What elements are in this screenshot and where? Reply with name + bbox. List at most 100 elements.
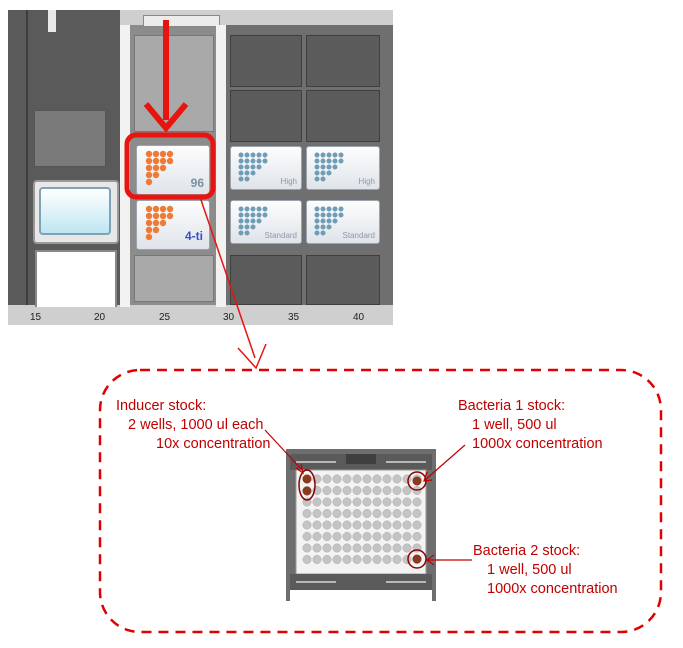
zoomed-plate — [286, 449, 436, 601]
bacteria1-stock-note: Bacteria 1 stock: 1 well, 500 ul 1000x c… — [458, 397, 603, 454]
deck-top-stub — [48, 10, 56, 32]
plate-well — [392, 497, 402, 507]
inducer-line1: 2 wells, 1000 ul each — [128, 417, 264, 433]
plate-well — [332, 555, 342, 564]
empty-slot — [230, 90, 302, 142]
plate-well — [352, 520, 362, 530]
plate-well — [332, 509, 342, 518]
plate-well — [372, 474, 382, 484]
zoomed-plate-graphic — [286, 449, 436, 601]
plate-well — [382, 509, 392, 518]
empty-slot — [230, 35, 302, 87]
carrier-slot-empty — [134, 35, 214, 132]
plate-well — [312, 543, 322, 553]
axis-tick: 20 — [94, 312, 106, 323]
plate-well — [352, 543, 362, 553]
plate-well — [392, 532, 402, 541]
plate-well — [382, 497, 392, 507]
empty-slot — [230, 255, 302, 305]
carrier-top-bar — [143, 15, 220, 27]
plate-well — [392, 555, 402, 564]
plate-well — [392, 509, 402, 518]
plate-well — [312, 532, 322, 541]
bacteria2-stock-note: Bacteria 2 stock: 1 well, 500 ul 1000x c… — [473, 542, 618, 599]
plate-well — [352, 486, 362, 495]
plate-well — [302, 520, 312, 530]
plate-well — [382, 474, 392, 484]
plate-well — [322, 555, 332, 564]
plate-well — [352, 532, 362, 541]
carrier-slot-bottom — [134, 255, 214, 302]
plate-well — [312, 555, 322, 564]
plate-well — [362, 509, 372, 518]
empty-slot — [306, 35, 380, 87]
inducer-line2: 10x concentration — [156, 436, 271, 452]
plate-well — [322, 486, 332, 495]
inducer-stock-note: Inducer stock: 2 wells, 1000 ul each 10x… — [116, 397, 270, 454]
plate-well — [302, 509, 312, 518]
plate-well — [412, 497, 422, 507]
tip-rack-label: High — [280, 177, 297, 186]
tip-rack-label: Standard — [264, 231, 297, 240]
plate-well — [402, 532, 412, 541]
trough-reservoir[interactable] — [39, 187, 111, 235]
plate-well — [372, 520, 382, 530]
bacteria2-title: Bacteria 2 stock: — [473, 543, 581, 559]
plate-well — [362, 474, 372, 484]
plate-well — [402, 555, 412, 564]
plate-well — [372, 532, 382, 541]
bacteria1-line1: 1 well, 500 ul — [472, 417, 557, 433]
plate-well — [382, 532, 392, 541]
plate-well — [412, 520, 422, 530]
plate-well — [332, 474, 342, 484]
plate-well — [412, 509, 422, 518]
plate-well — [372, 497, 382, 507]
empty-slot — [306, 255, 380, 305]
plate-well — [302, 532, 312, 541]
plate-well — [332, 497, 342, 507]
plate-well — [352, 474, 362, 484]
plate-well — [392, 520, 402, 530]
plate-4ti[interactable]: 4-ti — [136, 200, 210, 250]
plate-well — [382, 486, 392, 495]
plate-well — [362, 532, 372, 541]
deck-gap — [120, 25, 130, 310]
plate-well — [352, 555, 362, 564]
plate-well — [342, 543, 352, 553]
plate-well — [342, 555, 352, 564]
plate-well — [402, 520, 412, 530]
deck-gap-2 — [216, 25, 226, 310]
robot-deck-view: 96 4-ti High High Standard Standard 15 2… — [8, 10, 393, 325]
plate-96-well[interactable]: 96 — [136, 145, 210, 195]
tip-rack-high-1[interactable]: High — [230, 146, 302, 190]
plate-well — [342, 509, 352, 518]
plate-well — [332, 486, 342, 495]
bacteria1-title: Bacteria 1 stock: — [458, 398, 566, 414]
plate-well — [322, 520, 332, 530]
white-block[interactable] — [35, 250, 117, 309]
plate-well — [332, 520, 342, 530]
deck-axis-strip — [8, 307, 393, 325]
plate-well — [322, 543, 332, 553]
plate-4ti-label: 4-ti — [185, 229, 203, 243]
plate-well — [342, 520, 352, 530]
plate-well — [312, 497, 322, 507]
tip-rack-standard-1[interactable]: Standard — [230, 200, 302, 244]
plate-well — [372, 509, 382, 518]
tip-rack-standard-2[interactable]: Standard — [306, 200, 380, 244]
bacteria2-line2: 1000x concentration — [487, 581, 618, 597]
plate-well — [362, 543, 372, 553]
plate-well — [362, 497, 372, 507]
plate-well — [392, 543, 402, 553]
plate-well — [312, 509, 322, 518]
plate-well — [392, 474, 402, 484]
axis-tick: 25 — [159, 312, 171, 323]
bacteria1-line2: 1000x concentration — [472, 436, 603, 452]
plate-well — [382, 555, 392, 564]
trough-carrier — [34, 110, 106, 167]
tip-rack-high-2[interactable]: High — [306, 146, 380, 190]
axis-tick: 35 — [288, 312, 300, 323]
plate-well — [342, 486, 352, 495]
plate-well — [322, 474, 332, 484]
plate-well — [322, 509, 332, 518]
